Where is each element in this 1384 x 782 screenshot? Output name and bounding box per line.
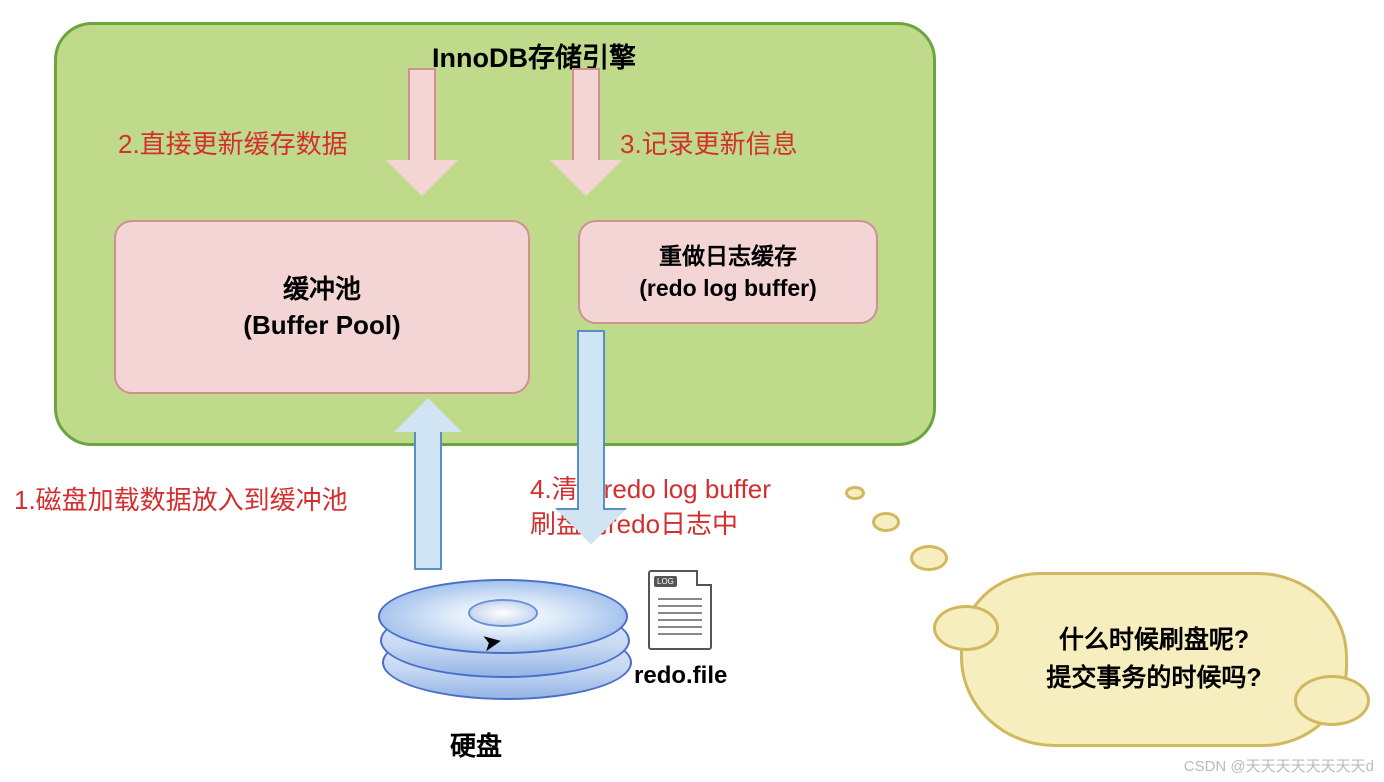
watermark: CSDN @天天天天天天天天d [1184, 755, 1374, 776]
step-2-label: 2.直接更新缓存数据 [118, 124, 348, 161]
arrow-disk-to-pool [394, 398, 462, 570]
buffer-pool-box: 缓冲池 (Buffer Pool) [114, 220, 530, 394]
step-3-label: 3.记录更新信息 [620, 124, 798, 161]
redo-file-label: redo.file [634, 662, 727, 690]
arrow-to-redo-buffer [550, 68, 622, 196]
redo-file-icon: LOG [648, 570, 712, 650]
disk-icon [378, 565, 636, 715]
disk-label: 硬盘 [450, 726, 502, 763]
redo-buffer-title: 重做日志缓存 [659, 240, 797, 272]
step-1-label: 1.磁盘加载数据放入到缓冲池 [14, 480, 348, 517]
thought-bubble-dot-2 [872, 512, 900, 532]
thought-line1: 什么时候刷盘呢? [1059, 622, 1249, 660]
redo-log-buffer-box: 重做日志缓存 (redo log buffer) [578, 220, 878, 324]
thought-bubble-dot-3 [845, 486, 865, 500]
file-tag: LOG [654, 576, 677, 587]
thought-line2: 提交事务的时候吗? [1046, 660, 1261, 698]
buffer-pool-sub: (Buffer Pool) [243, 307, 400, 343]
thought-bubble-dot-1 [910, 545, 948, 571]
redo-buffer-sub: (redo log buffer) [639, 272, 817, 304]
buffer-pool-title: 缓冲池 [283, 271, 361, 307]
diagram-canvas: InnoDB存储引擎 2.直接更新缓存数据 3.记录更新信息 1.磁盘加载数据放… [0, 0, 1384, 782]
arrow-to-buffer-pool [386, 68, 458, 196]
arrow-buffer-to-file [557, 330, 625, 544]
thought-cloud: 什么时候刷盘呢? 提交事务的时候吗? [960, 572, 1348, 747]
